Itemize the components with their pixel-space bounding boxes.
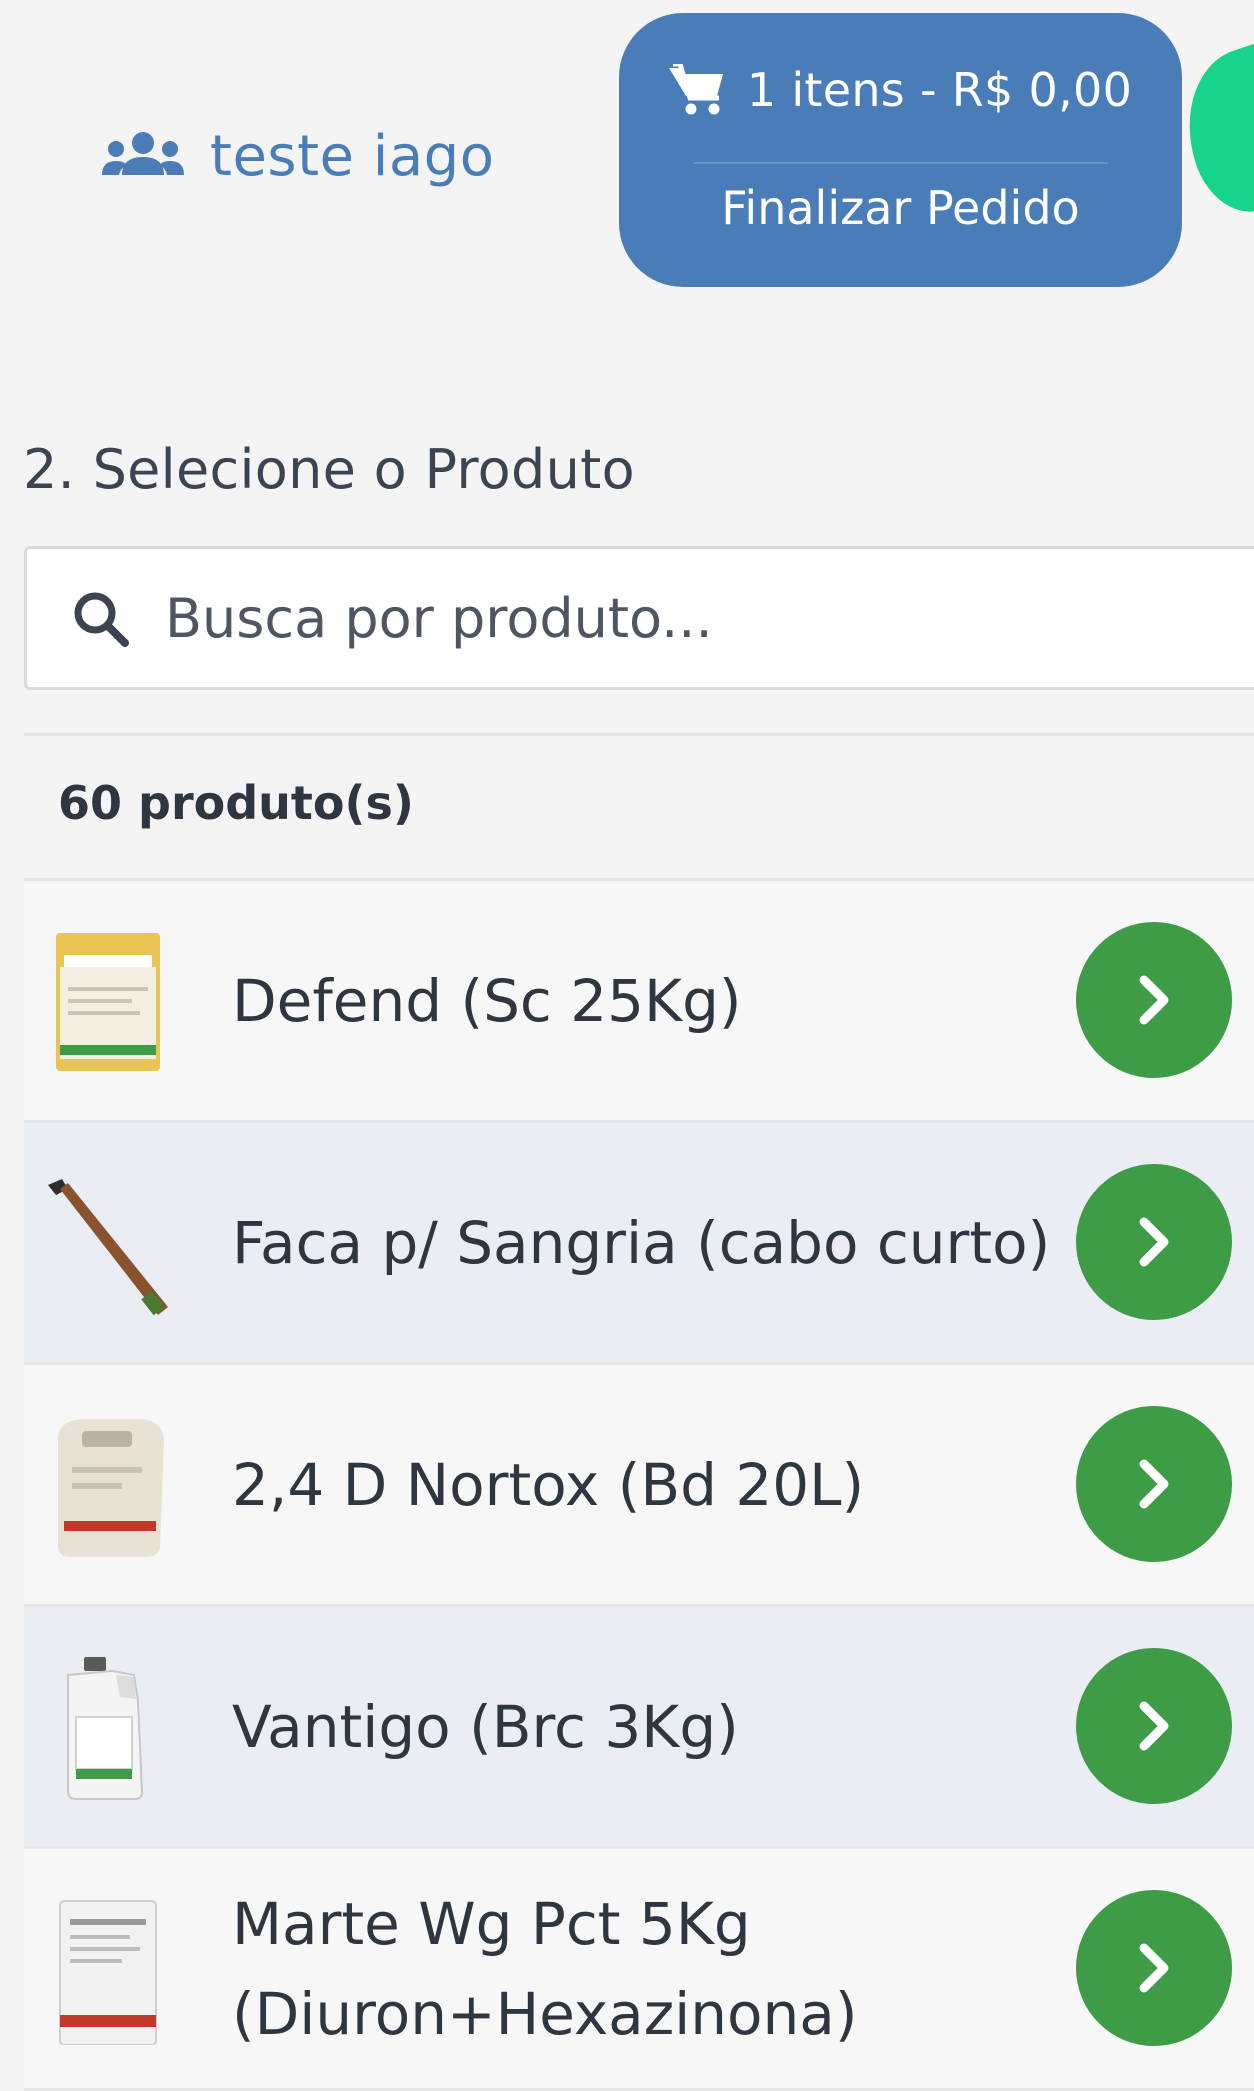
user-name: teste iago <box>210 124 495 189</box>
chevron-right-icon <box>1139 1459 1169 1509</box>
select-product-button[interactable] <box>1076 922 1232 1078</box>
jug-icon <box>67 1657 144 1800</box>
header: teste iago 1 itens - R$ 0,00 Finalizar P… <box>0 0 1254 300</box>
chevron-right-icon <box>1139 975 1169 1025</box>
product-name: Faca p/ Sangria (cabo curto) <box>232 1208 1051 1277</box>
shopping-cart-icon <box>668 64 723 115</box>
users-icon <box>102 131 184 175</box>
product-list: Defend (Sc 25Kg) Faca p/ Sangria (cabo c… <box>24 881 1254 2091</box>
product-row[interactable]: Vantigo (Brc 3Kg) <box>24 1607 1254 1849</box>
product-row[interactable]: Defend (Sc 25Kg) <box>24 881 1254 1123</box>
chevron-right-icon <box>1139 1701 1169 1751</box>
bag-icon <box>56 933 160 1071</box>
section-title: 2. Selecione o Produto <box>23 438 635 501</box>
cart-info: 1 itens - R$ 0,00 <box>619 63 1182 117</box>
search-box[interactable] <box>24 546 1254 690</box>
chevron-right-icon <box>1139 1943 1169 1993</box>
cart-divider <box>693 162 1108 164</box>
search-icon <box>74 592 129 647</box>
product-name: 2,4 D Nortox (Bd 20L) <box>232 1450 865 1519</box>
product-name: Defend (Sc 25Kg) <box>232 966 742 1035</box>
chevron-right-icon <box>1139 1217 1169 1267</box>
product-count: 60 produto(s) <box>58 776 414 830</box>
finalize-order-button[interactable]: Finalizar Pedido <box>619 181 1182 235</box>
knife-icon <box>48 1179 168 1316</box>
product-name: Vantigo (Brc 3Kg) <box>232 1692 739 1761</box>
user-link[interactable]: teste iago <box>102 124 494 189</box>
package-icon <box>59 1900 157 2045</box>
bucket-icon <box>58 1419 164 1557</box>
select-product-button[interactable] <box>1076 1164 1232 1320</box>
product-row[interactable]: 2,4 D Nortox (Bd 20L) <box>24 1365 1254 1607</box>
product-count-bar: 60 produto(s) <box>24 733 1254 881</box>
cart-summary[interactable]: 1 itens - R$ 0,00 Finalizar Pedido <box>619 13 1182 287</box>
select-product-button[interactable] <box>1076 1406 1232 1562</box>
select-product-button[interactable] <box>1076 1648 1232 1804</box>
cart-summary-text: 1 itens - R$ 0,00 <box>746 63 1133 117</box>
product-row[interactable]: Marte Wg Pct 5Kg (Diuron+Hexazinona) <box>24 1849 1254 2091</box>
product-name: Marte Wg Pct 5Kg (Diuron+Hexazinona) <box>232 1889 858 2048</box>
product-row[interactable]: Faca p/ Sangria (cabo curto) <box>24 1123 1254 1365</box>
search-input[interactable] <box>163 549 1163 687</box>
select-product-button[interactable] <box>1076 1890 1232 2046</box>
